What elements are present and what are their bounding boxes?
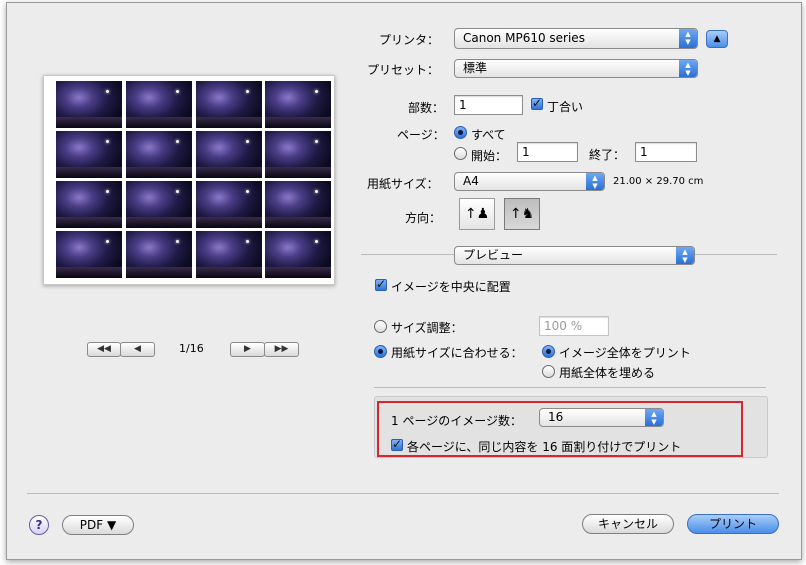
print-whole-image-radio[interactable]: [542, 345, 555, 358]
pages-label: ページ：: [397, 128, 445, 142]
preset-popup[interactable]: 標準 ▲ ▼: [454, 59, 698, 78]
popup-arrows-icon: ▲ ▼: [676, 247, 694, 264]
center-image-label: イメージを中央に配置: [391, 280, 511, 294]
images-per-page-value: 16: [548, 410, 564, 424]
preview-thumbnail: [265, 181, 331, 228]
printer-popup[interactable]: Canon MP610 series ▲ ▼: [454, 28, 698, 49]
preset-value: 標準: [463, 61, 488, 75]
pages-from-field[interactable]: 1: [517, 142, 578, 162]
help-question-icon: ?: [35, 518, 43, 532]
images-per-page-label: 1 ページのイメージ数：: [391, 414, 522, 428]
preview-page-indicator: 1/16: [179, 342, 204, 355]
pages-all-radio[interactable]: [454, 126, 467, 139]
copies-field[interactable]: 1: [454, 95, 523, 115]
landscape-person-icon: ↑♞: [509, 206, 535, 222]
pages-from-label: 開始：: [471, 149, 508, 163]
printer-label: プリンタ：: [379, 33, 440, 47]
collate-checkbox[interactable]: [531, 96, 543, 110]
preview-thumbnail: [56, 81, 122, 128]
orientation-label: 方向：: [405, 211, 442, 225]
preview-thumbnail: [56, 181, 122, 228]
options-separator: [374, 387, 766, 388]
preset-label: プリセット：: [367, 63, 440, 77]
next-page-button[interactable]: ▶: [230, 342, 265, 357]
preview-thumbnail: [196, 181, 262, 228]
preview-thumbnail: [265, 131, 331, 178]
paper-dimensions: 21.00 × 29.70 cm: [613, 176, 704, 187]
preview-thumbnail: [126, 181, 192, 228]
popup-arrows-icon: ▲ ▼: [679, 60, 697, 77]
landscape-orientation-button[interactable]: ↑♞: [504, 198, 540, 230]
paper-size-popup[interactable]: A4 ▲ ▼: [454, 172, 605, 191]
scale-radio[interactable]: [374, 320, 387, 333]
preview-thumbnail: [265, 231, 331, 278]
help-button[interactable]: ?: [29, 515, 49, 535]
cancel-button[interactable]: キャンセル: [582, 514, 674, 534]
preview-thumbnail: [196, 81, 262, 128]
bottom-separator: [27, 493, 779, 494]
repeat-on-page-checkbox[interactable]: [391, 437, 403, 451]
last-page-button[interactable]: ▶▶: [264, 342, 299, 357]
preview-thumbnail: [126, 131, 192, 178]
popup-arrows-icon: ▲ ▼: [586, 173, 604, 190]
previous-page-button[interactable]: ◀: [120, 342, 155, 357]
fit-to-paper-label: 用紙サイズに合わせる：: [391, 346, 523, 360]
portrait-orientation-button[interactable]: ↑♟: [459, 198, 495, 230]
disclosure-triangle-icon: ▲: [713, 34, 721, 44]
paper-size-value: A4: [463, 174, 479, 188]
preview-thumbnail: [56, 231, 122, 278]
scale-field[interactable]: 100 %: [539, 316, 609, 336]
popup-arrows-icon: ▲ ▼: [645, 409, 663, 426]
repeat-on-page-label: 各ページに、同じ内容を 16 面割り付けでプリント: [407, 440, 682, 454]
print-dialog: ◀◀ ◀ 1/16 ▶ ▶▶ プリンタ： Canon MP610 series …: [6, 2, 802, 560]
collate-label: 丁合い: [547, 100, 584, 114]
preview-thumbnail: [126, 81, 192, 128]
preview-paper: [43, 75, 335, 285]
pages-to-field[interactable]: 1: [635, 142, 697, 162]
preview-thumbnail: [126, 231, 192, 278]
pages-all-label: すべて: [471, 128, 506, 142]
scale-label: サイズ調整：: [391, 321, 463, 335]
portrait-person-icon: ↑♟: [464, 206, 490, 222]
copies-label: 部数：: [408, 101, 445, 115]
first-page-button[interactable]: ◀◀: [87, 342, 121, 357]
fill-entire-paper-radio[interactable]: [542, 365, 555, 378]
preview-thumbnail: [196, 231, 262, 278]
pages-to-label: 終了：: [589, 148, 626, 162]
fit-to-paper-radio[interactable]: [374, 345, 387, 358]
print-whole-image-label: イメージ全体をプリント: [559, 346, 691, 360]
print-button[interactable]: プリント: [687, 514, 779, 534]
preview-thumbnail: [196, 131, 262, 178]
section-popup[interactable]: プレビュー ▲ ▼: [454, 246, 695, 265]
preview-thumbnail: [265, 81, 331, 128]
printer-value: Canon MP610 series: [463, 31, 585, 45]
fill-entire-paper-label: 用紙全体を埋める: [559, 366, 656, 380]
pages-range-radio[interactable]: [454, 147, 467, 160]
center-image-checkbox[interactable]: [375, 277, 387, 291]
popup-arrows-icon: ▲ ▼: [679, 29, 697, 48]
images-per-page-popup[interactable]: 16 ▲ ▼: [539, 408, 664, 427]
disclosure-button[interactable]: ▲: [706, 30, 728, 48]
section-popup-value: プレビュー: [463, 248, 524, 262]
paper-size-label: 用紙サイズ：: [367, 177, 439, 191]
preview-thumbnail: [56, 131, 122, 178]
pdf-button[interactable]: PDF ▼: [62, 515, 134, 535]
